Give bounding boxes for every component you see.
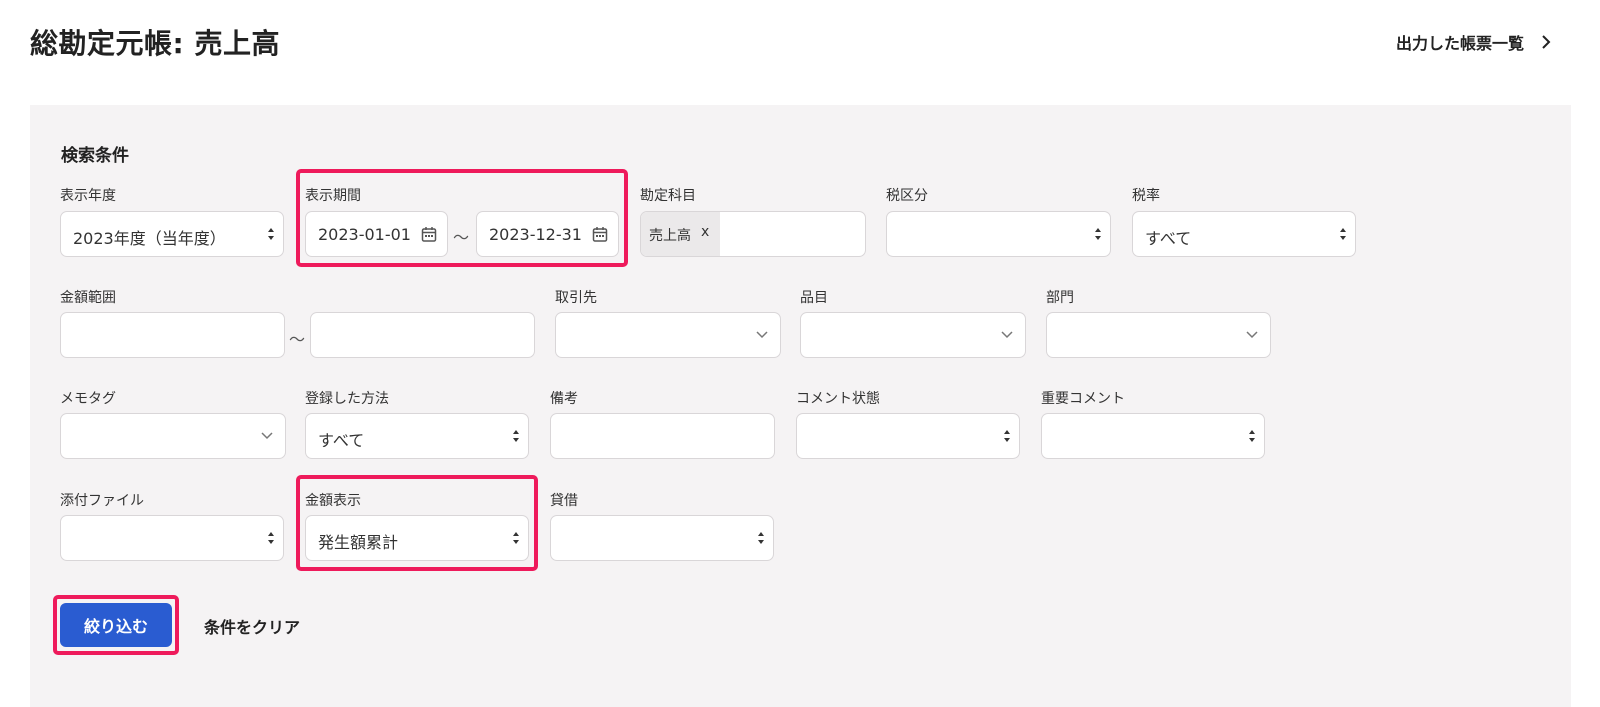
select-arrows-icon (1339, 226, 1347, 242)
select-arrows-icon (267, 226, 275, 242)
clear-conditions-link[interactable]: 条件をクリア (204, 614, 300, 638)
search-section-title: 検索条件 (61, 146, 129, 166)
account-tag: 売上高 x (641, 212, 720, 256)
item-select[interactable] (800, 312, 1026, 358)
chevron-right-icon (1542, 35, 1551, 49)
chevron-down-icon (261, 431, 273, 441)
select-arrows-icon (512, 530, 520, 546)
chevron-down-icon (1001, 330, 1013, 340)
chevron-down-icon (1246, 330, 1258, 340)
calendar-icon[interactable] (592, 226, 608, 243)
period-start-value: 2023-01-01 (318, 225, 411, 244)
filter-button[interactable]: 絞り込む (60, 603, 172, 647)
memo-tag-label: メモタグ (60, 391, 116, 407)
select-arrows-icon (1248, 428, 1256, 444)
attachment-label: 添付ファイル (60, 493, 144, 509)
amount-min-input[interactable] (60, 312, 285, 358)
select-arrows-icon (512, 428, 520, 444)
select-arrows-icon (1094, 226, 1102, 242)
amount-display-value: 発生額累計 (318, 533, 399, 552)
important-comment-label: 重要コメント (1041, 391, 1125, 407)
debit-credit-label: 貸借 (550, 493, 578, 509)
select-arrows-icon (1003, 428, 1011, 444)
calendar-icon[interactable] (421, 226, 437, 243)
partner-select[interactable] (555, 312, 781, 358)
debit-credit-select[interactable] (550, 515, 774, 561)
remarks-input[interactable] (550, 413, 775, 459)
remarks-label: 備考 (550, 391, 578, 407)
tax-rate-select[interactable]: すべて (1132, 211, 1356, 257)
amount-display-label: 金額表示 (305, 493, 361, 509)
period-end-input[interactable]: 2023-12-31 (476, 211, 619, 257)
tax-rate-value: すべて (1145, 229, 1192, 248)
amount-range-separator: ～ (289, 330, 306, 349)
fiscal-year-select[interactable]: 2023年度（当年度） (60, 211, 284, 257)
report-list-label: 出力した帳票一覧 (1395, 34, 1524, 53)
select-arrows-icon (267, 530, 275, 546)
fiscal-year-value: 2023年度（当年度） (73, 229, 226, 248)
period-start-input[interactable]: 2023-01-01 (305, 211, 448, 257)
report-list-link[interactable]: 出力した帳票一覧 (1396, 30, 1552, 54)
memo-tag-select[interactable] (60, 413, 286, 459)
period-label: 表示期間 (305, 188, 361, 204)
tax-category-select[interactable] (886, 211, 1111, 257)
important-comment-select[interactable] (1041, 413, 1265, 459)
comment-status-label: コメント状態 (796, 391, 880, 407)
partner-label: 取引先 (555, 290, 597, 306)
account-tag-label: 売上高 (649, 228, 691, 244)
registration-method-select[interactable]: すべて (305, 413, 529, 459)
amount-max-input[interactable] (310, 312, 535, 358)
amount-display-select[interactable]: 発生額累計 (305, 515, 529, 561)
account-tag-remove[interactable]: x (701, 224, 709, 240)
select-arrows-icon (757, 530, 765, 546)
department-select[interactable] (1046, 312, 1271, 358)
search-panel: 検索条件 表示年度 2023年度（当年度） 表示期間 2023-01-01 ～ … (30, 105, 1571, 707)
period-separator: ～ (453, 228, 470, 247)
department-label: 部門 (1046, 290, 1074, 306)
chevron-down-icon (756, 330, 768, 340)
period-end-value: 2023-12-31 (489, 225, 582, 244)
account-input[interactable]: 売上高 x (640, 211, 866, 257)
fiscal-year-label: 表示年度 (60, 188, 116, 204)
tax-rate-label: 税率 (1132, 188, 1160, 204)
page-title: 総勘定元帳: 売上高 (30, 27, 280, 60)
amount-range-label: 金額範囲 (60, 290, 116, 306)
account-label: 勘定科目 (640, 188, 696, 204)
comment-status-select[interactable] (796, 413, 1020, 459)
item-label: 品目 (800, 290, 828, 306)
tax-category-label: 税区分 (886, 188, 928, 204)
registration-method-value: すべて (318, 431, 365, 450)
registration-method-label: 登録した方法 (305, 391, 389, 407)
attachment-select[interactable] (60, 515, 284, 561)
